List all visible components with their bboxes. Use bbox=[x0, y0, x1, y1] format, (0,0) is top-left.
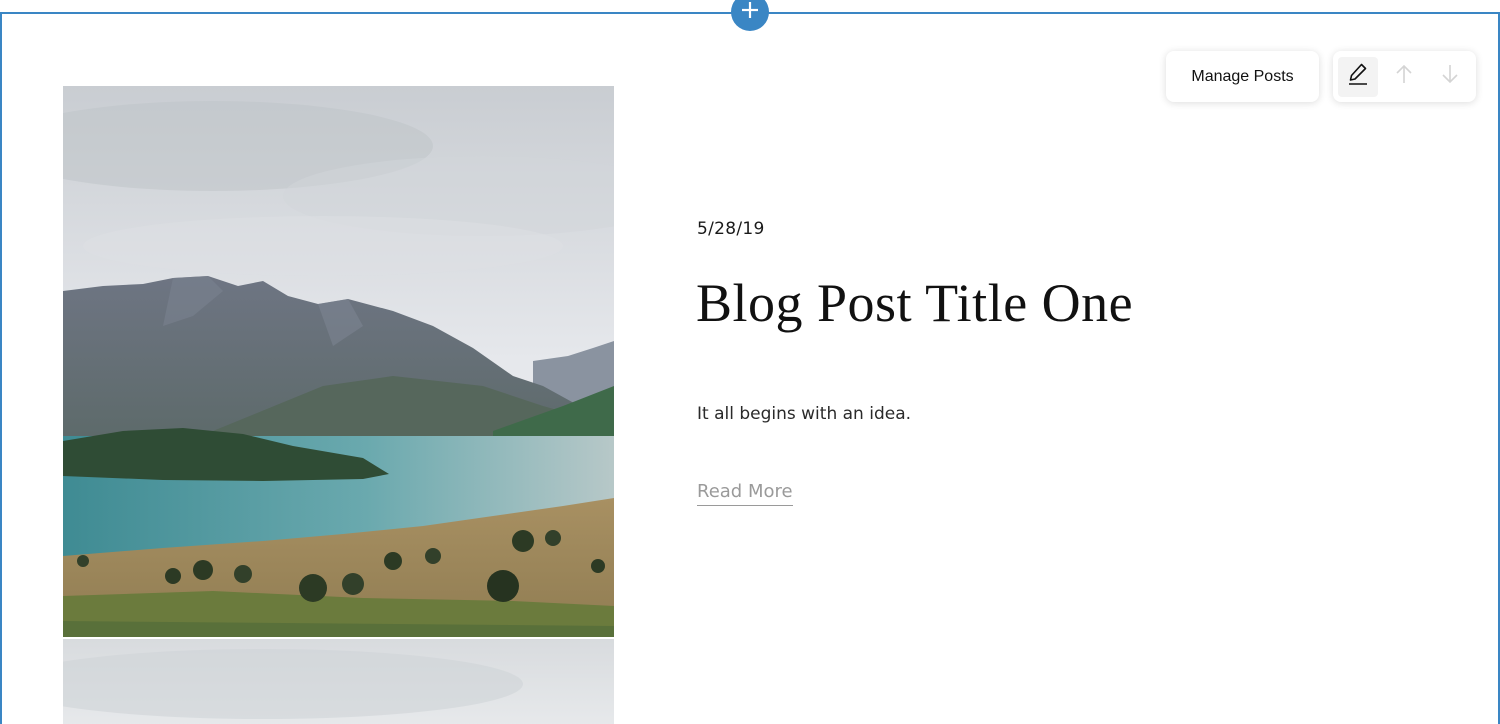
blog-section[interactable]: Manage Posts 5/28/19 Blog Post Title One… bbox=[0, 12, 1500, 724]
post-date: 5/28/19 bbox=[697, 219, 765, 239]
manage-posts-label: Manage Posts bbox=[1191, 67, 1294, 85]
move-down-button[interactable] bbox=[1430, 57, 1470, 97]
post-featured-image[interactable] bbox=[63, 86, 614, 637]
post-title[interactable]: Blog Post Title One bbox=[696, 272, 1133, 334]
move-up-button[interactable] bbox=[1384, 57, 1424, 97]
arrow-up-icon bbox=[1394, 63, 1414, 90]
section-toolbar bbox=[1333, 51, 1476, 102]
plus-icon bbox=[739, 0, 761, 26]
read-more-link[interactable]: Read More bbox=[697, 481, 793, 506]
edit-button[interactable] bbox=[1338, 56, 1378, 97]
pencil-icon bbox=[1347, 62, 1369, 91]
post-excerpt: It all begins with an idea. bbox=[697, 404, 912, 424]
arrow-down-icon bbox=[1440, 63, 1460, 90]
manage-posts-button[interactable]: Manage Posts bbox=[1166, 51, 1319, 102]
next-post-image[interactable] bbox=[63, 639, 614, 724]
